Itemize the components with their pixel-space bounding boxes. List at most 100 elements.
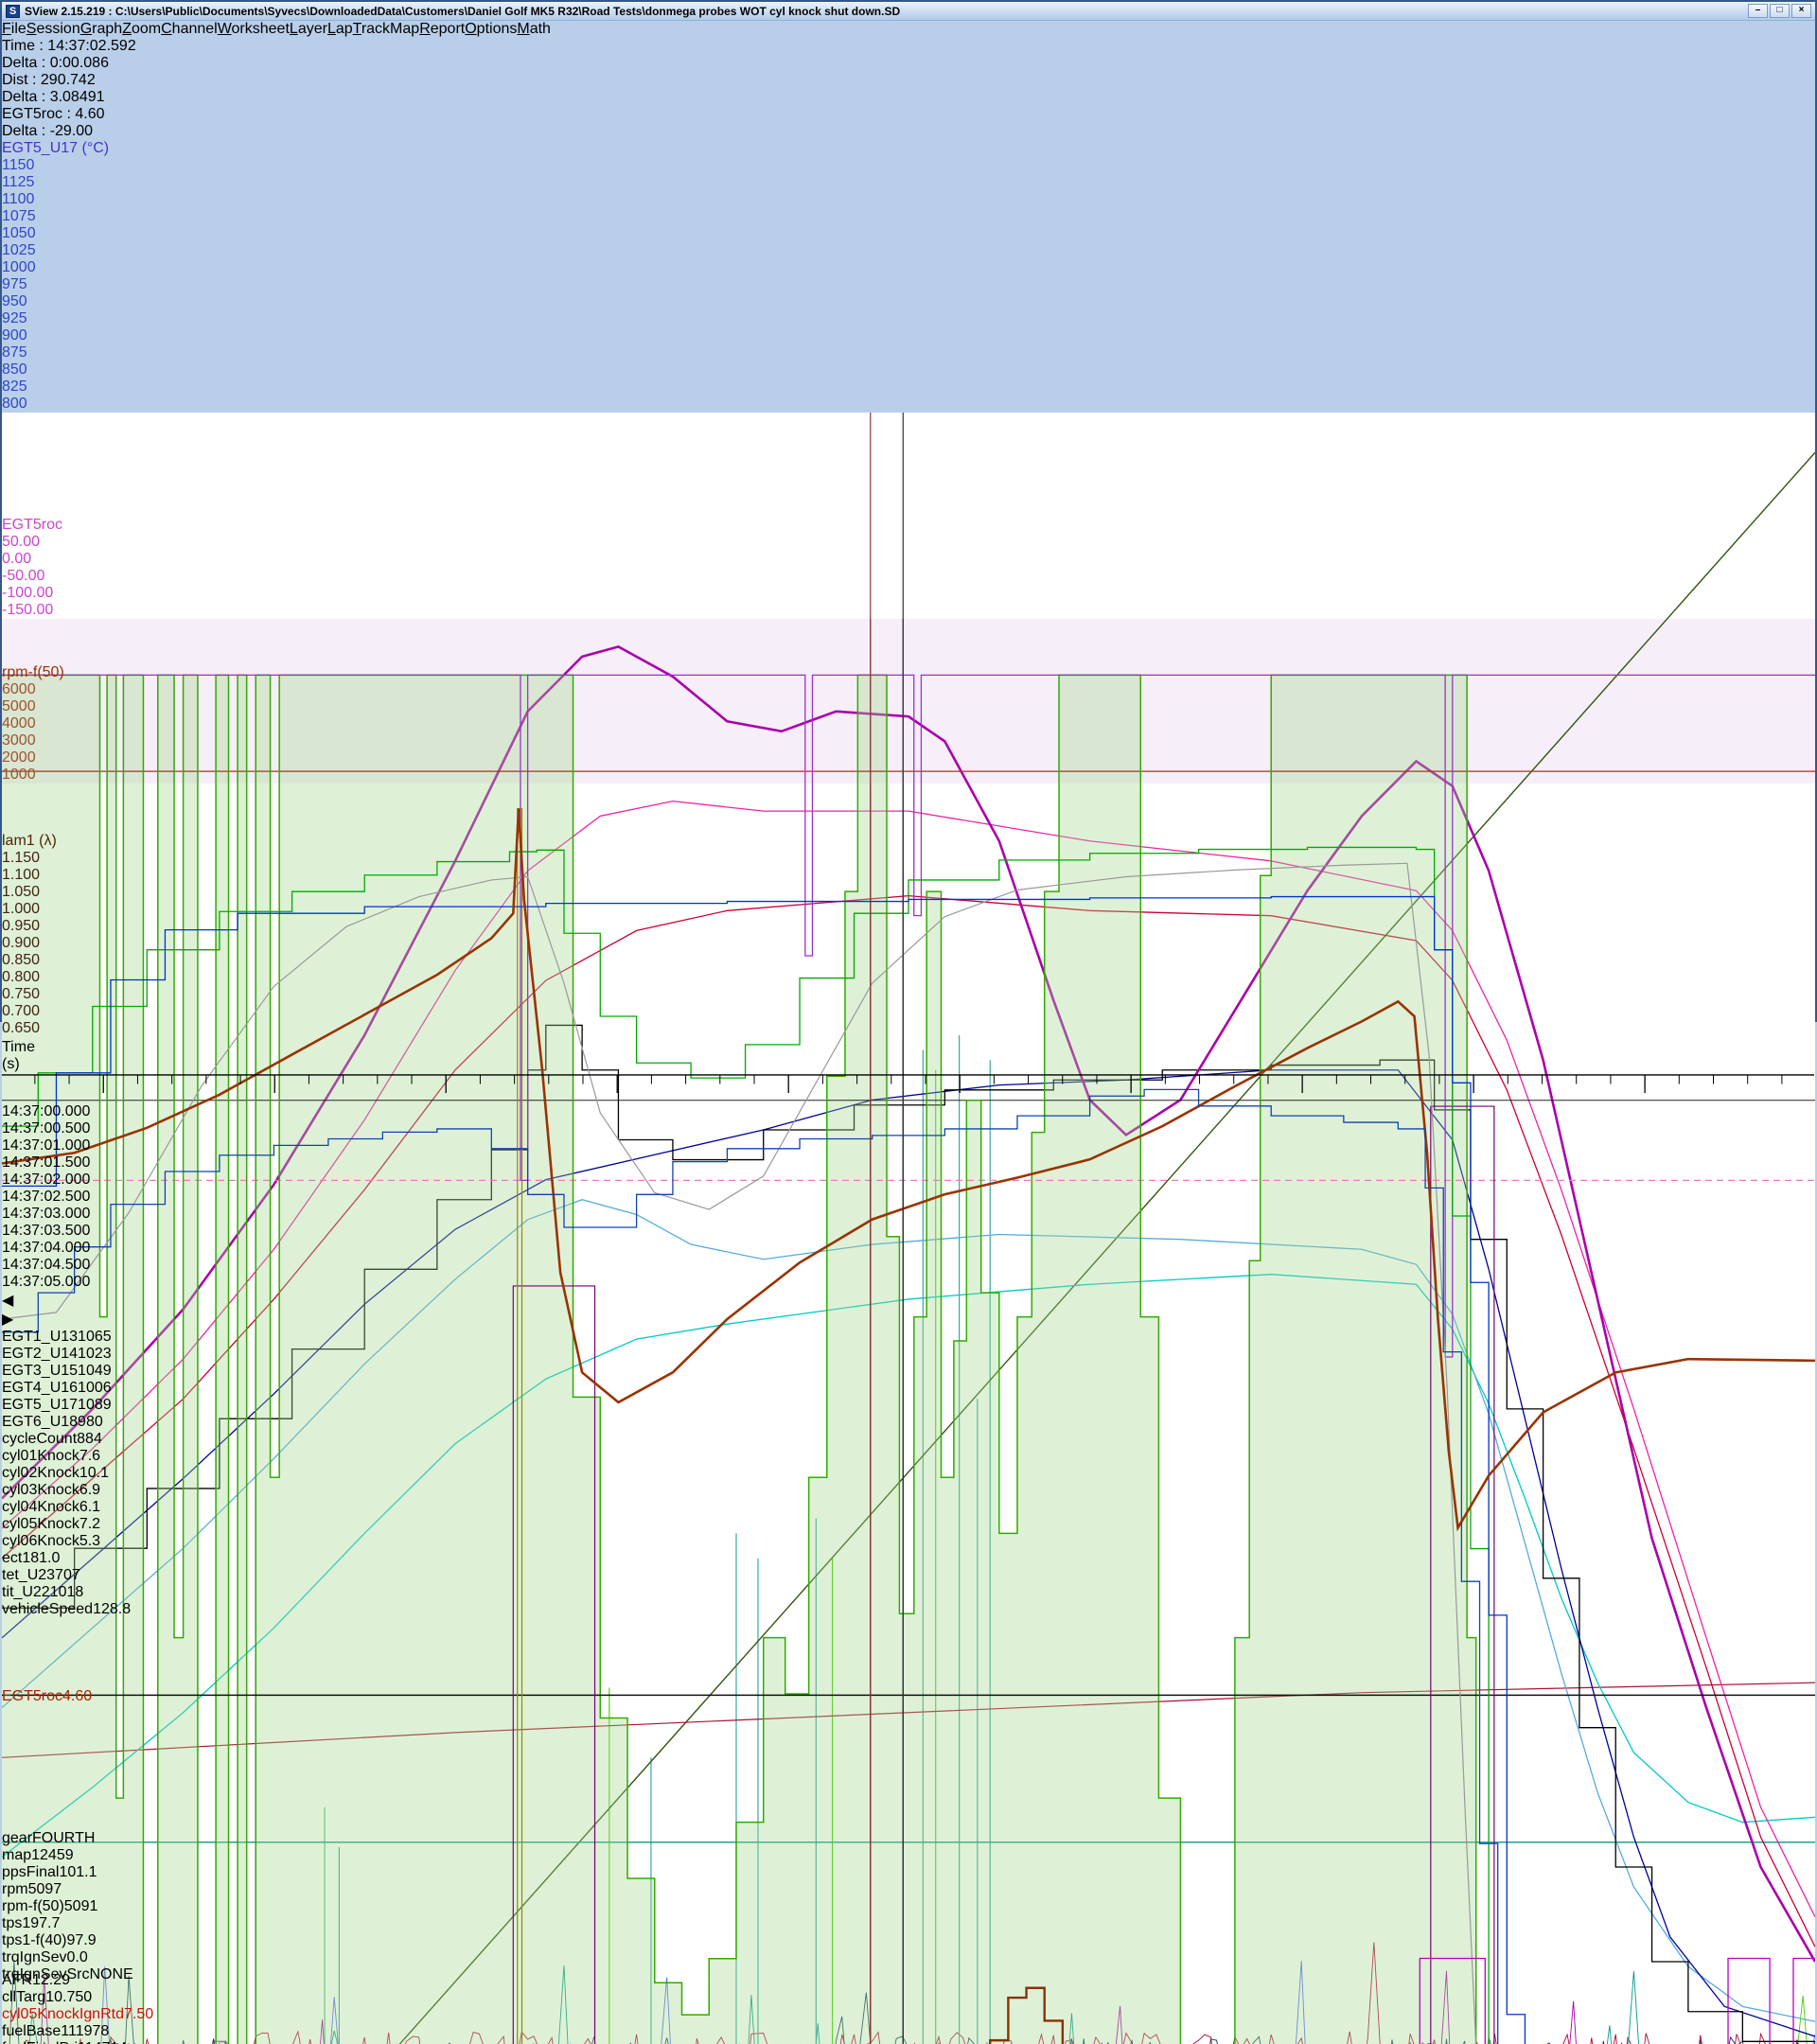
channel-name: cyl01Knock xyxy=(2,1448,79,1464)
channel-value: 0.750 xyxy=(54,1989,92,2005)
channel-name: cyl05Knock xyxy=(2,1516,79,1532)
menu-item-options[interactable]: Options xyxy=(465,21,517,38)
channel-name: EGT1_U13 xyxy=(2,1329,78,1345)
y-tick-label: 1050 xyxy=(2,225,1815,242)
channel-name: EGT2_U14 xyxy=(2,1346,78,1362)
time-axis-ticks xyxy=(2,1073,1815,1103)
channel-value: 1023 xyxy=(78,1346,112,1362)
channel-name: tps1 xyxy=(2,1915,30,1931)
chart-svg xyxy=(2,1037,1815,2044)
menu-item-worksheet[interactable]: Worksheet xyxy=(218,21,290,38)
channel-value: 12.29 xyxy=(32,1972,70,1988)
y-tick-label: 1125 xyxy=(2,174,1815,191)
channel-value: 1089 xyxy=(78,1397,112,1413)
y-tick-label: 900 xyxy=(2,327,1815,344)
channel-value: 6.1 xyxy=(79,1499,100,1515)
channel-name: ect1 xyxy=(2,1550,30,1566)
channel-value: 707 xyxy=(55,1567,80,1583)
channel-name: EGT5_U17 xyxy=(2,1397,78,1413)
menu-item-graph[interactable]: Graph xyxy=(80,21,122,38)
channel-value: 5097 xyxy=(28,1881,62,1897)
channel-name: cyl04Knock xyxy=(2,1499,79,1515)
y-tick-label: 875 xyxy=(2,344,1815,361)
menu-item-channel[interactable]: Channel xyxy=(161,21,218,38)
menu-items: FileSessionGraphZoomChannelWorksheetLaye… xyxy=(2,21,1815,38)
channel-name: map1 xyxy=(2,1847,40,1863)
channel-name: cyl06Knock xyxy=(2,1533,79,1549)
minimize-button[interactable]: – xyxy=(1748,4,1768,18)
menu-item-trackmap[interactable]: TrackMap xyxy=(353,21,420,38)
y-tick-label: 1000 xyxy=(2,259,1815,276)
channel-value: 81.0 xyxy=(30,1550,60,1566)
y-tick-label: 975 xyxy=(2,276,1815,293)
channel-name: EGT5roc xyxy=(2,1688,62,1704)
egt-y-axis-ticks: 1150112511001075105010251000975950925900… xyxy=(2,157,1815,413)
channel-value: 11978 xyxy=(68,2023,109,2039)
y-tick-label: 850 xyxy=(2,361,1815,379)
y-tick-label: 925 xyxy=(2,310,1815,327)
channel-name: vehicleSpeed xyxy=(2,1601,93,1617)
channel-name: trqIgnSev xyxy=(2,1949,66,1965)
channel-value: 7.50 xyxy=(124,2006,153,2022)
channel-name: fuelBase1 xyxy=(2,2023,68,2039)
y-tick-label: 825 xyxy=(2,379,1815,396)
channel-value: 5091 xyxy=(64,1898,98,1914)
sview-window: { "window": { "title": "SView 2.15.219 :… xyxy=(0,0,1817,1022)
channel-name: EGT3_U15 xyxy=(2,1363,78,1379)
cursor-info-bar: Time : 14:37:02.592Delta : 0:00.086Dist … xyxy=(2,38,1815,140)
app-icon: S xyxy=(6,5,20,18)
egt-y-axis-label: EGT5_U17 (°C) xyxy=(2,140,1815,157)
menu-item-report[interactable]: Report xyxy=(419,21,465,38)
y-tick-label: 1100 xyxy=(2,191,1815,208)
channel-value: 884 xyxy=(77,1431,102,1447)
channel-name: tet_U23 xyxy=(2,1567,55,1583)
channel-value: 4.60 xyxy=(62,1688,92,1704)
channel-value: 101.1 xyxy=(59,1864,97,1880)
maximize-button[interactable]: □ xyxy=(1770,4,1790,18)
title-bar: S SView 2.15.219 : C:\Users\Public\Docum… xyxy=(2,2,1815,21)
channel-value: 6.9 xyxy=(79,1482,100,1498)
channel-name: tps1-f(40) xyxy=(2,1932,66,1948)
menu-item-math[interactable]: Math xyxy=(517,21,551,38)
channel-name: cllTarg1 xyxy=(2,1989,54,2005)
channel-value: FOURTH xyxy=(32,1830,95,1846)
window-controls: – □ × xyxy=(1748,4,1811,18)
channel-name: rpm-f(50) xyxy=(2,1898,64,1914)
channel-value: 1065 xyxy=(78,1329,112,1345)
channel-name: cyl02Knock xyxy=(2,1465,79,1481)
channel-value: NONE xyxy=(89,1966,132,1982)
channel-name: tit_U22 xyxy=(2,1584,50,1600)
cursor-info-group-1: Dist : 290.742Delta : 3.08491 xyxy=(2,72,1815,106)
main-area: EGT5_U17 (°C) 11501125110010751050102510… xyxy=(2,140,1815,2044)
menu-item-layer[interactable]: Layer xyxy=(290,21,327,38)
channel-value: 128.8 xyxy=(93,1601,131,1617)
channel-name: cyl03Knock xyxy=(2,1482,79,1498)
lam1-plot[interactable] xyxy=(2,1037,1815,2044)
channel-name: EGT4_U16 xyxy=(2,1380,78,1396)
channel-value: 97.7 xyxy=(30,1915,60,1931)
channel-value: 97.9 xyxy=(66,1932,96,1948)
menu-item-zoom[interactable]: Zoom xyxy=(122,21,161,38)
channel-value: 5.3 xyxy=(79,1533,100,1549)
close-button[interactable]: × xyxy=(1791,4,1811,18)
channel-value: 10.1 xyxy=(79,1465,109,1481)
channel-value: 0.0 xyxy=(66,1949,87,1965)
channel-value: 1006 xyxy=(78,1380,112,1396)
y-tick-label: 1075 xyxy=(2,208,1815,225)
menu-bar: FileSessionGraphZoomChannelWorksheetLaye… xyxy=(2,21,1815,140)
channel-name: gear xyxy=(2,1830,32,1846)
channel-name: rpm xyxy=(2,1881,28,1897)
menu-item-file[interactable]: File xyxy=(2,21,26,38)
channel-value: 980 xyxy=(78,1414,103,1430)
menu-item-lap[interactable]: Lap xyxy=(327,21,353,38)
window-title: SView 2.15.219 : C:\Users\Public\Documen… xyxy=(25,5,900,18)
channel-name: cyl05KnockIgnRtd xyxy=(2,2006,124,2022)
channel-value: 14714 xyxy=(85,2040,128,2044)
menu-item-session[interactable]: Session xyxy=(26,21,80,38)
y-tick-label: 950 xyxy=(2,293,1815,310)
channel-value: 2459 xyxy=(40,1847,74,1863)
y-tick-label: 1025 xyxy=(2,242,1815,259)
channel-name: EGT6_U18 xyxy=(2,1414,78,1430)
channel-name: fuelFinalPri1 xyxy=(2,2040,85,2044)
egt-chart-panel: EGT5_U17 (°C) 11501125110010751050102510… xyxy=(2,140,1815,517)
